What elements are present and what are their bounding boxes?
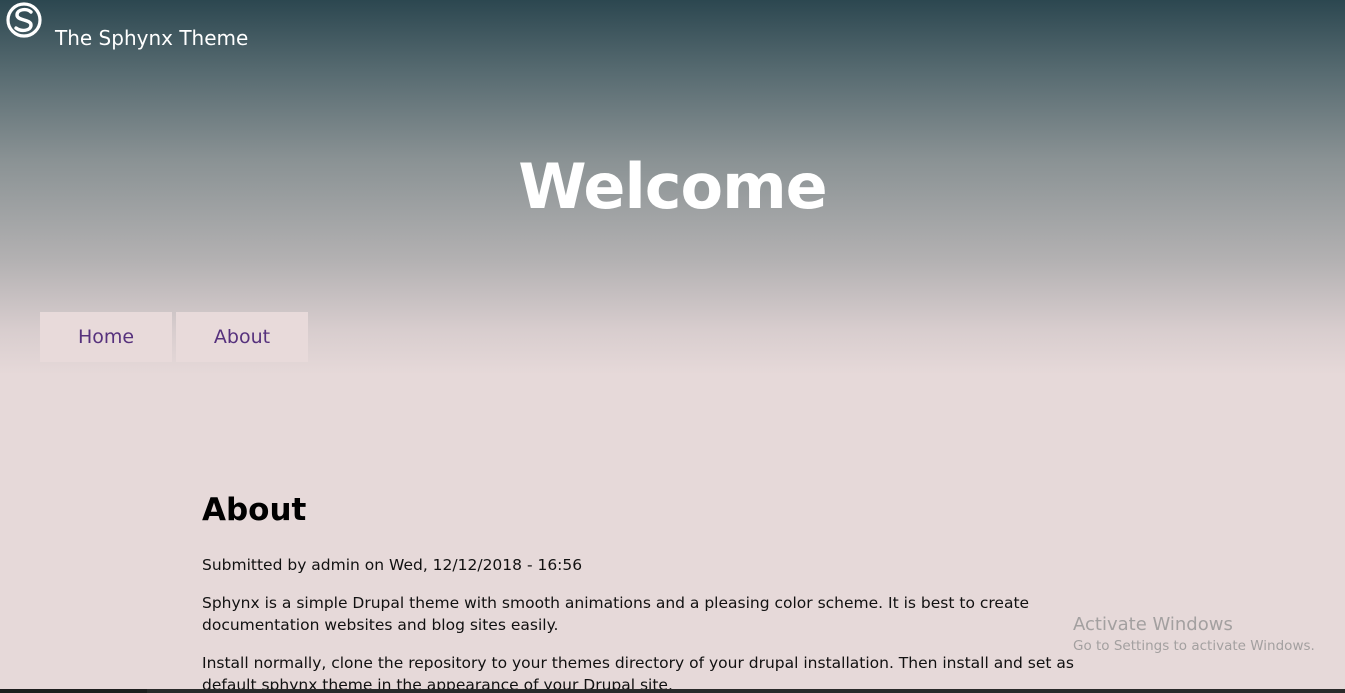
article: About Submitted by admin on Wed, 12/12/2… <box>202 492 1122 693</box>
nav-item-home[interactable]: Home <box>40 312 172 362</box>
article-paragraph: Install normally, clone the repository t… <box>202 654 1074 693</box>
sphynx-logo-icon[interactable] <box>5 0 43 42</box>
activate-windows-watermark: Activate Windows Go to Settings to activ… <box>1073 614 1315 656</box>
article-submitted-meta: Submitted by admin on Wed, 12/12/2018 - … <box>202 556 583 574</box>
page-background: The Sphynx Theme Welcome Home About Abou… <box>0 0 1345 693</box>
bottom-edge-segment <box>147 689 1345 693</box>
main-navigation: Home About <box>40 312 308 362</box>
site-header: The Sphynx Theme <box>0 0 1345 60</box>
nav-item-about[interactable]: About <box>176 312 308 362</box>
watermark-title: Activate Windows <box>1073 614 1233 635</box>
article-paragraph: Sphynx is a simple Drupal theme with smo… <box>202 594 1030 634</box>
site-name-link[interactable]: The Sphynx Theme <box>55 26 248 50</box>
bottom-edge-bar <box>0 689 1345 693</box>
hero-title: Welcome <box>518 150 827 223</box>
watermark-subtitle: Go to Settings to activate Windows. <box>1073 638 1315 654</box>
article-title: About <box>202 492 307 528</box>
